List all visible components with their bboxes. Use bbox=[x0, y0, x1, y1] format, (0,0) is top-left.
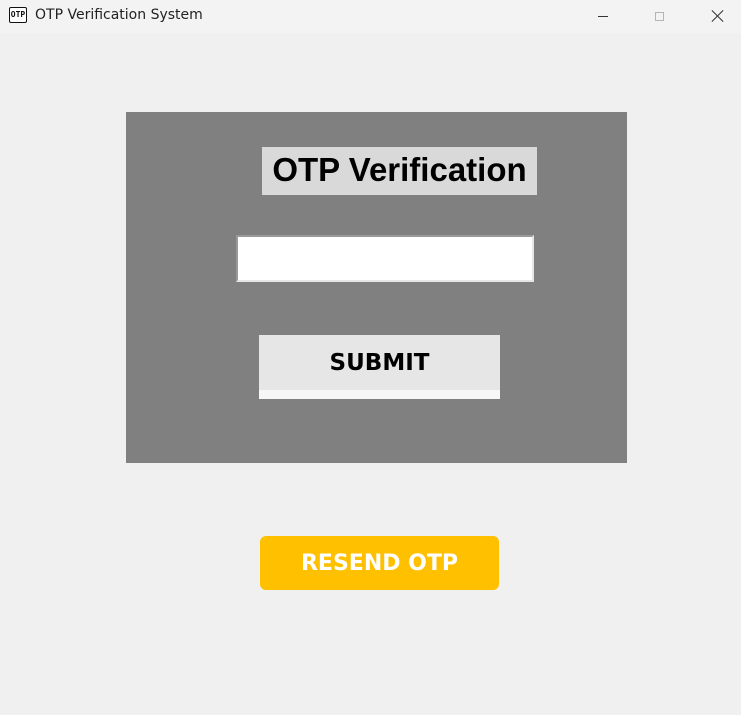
close-button[interactable] bbox=[695, 0, 741, 32]
minimize-icon bbox=[598, 15, 608, 17]
title-bar[interactable]: OTP OTP Verification System bbox=[0, 0, 741, 33]
otp-input[interactable] bbox=[236, 235, 534, 282]
submit-button[interactable]: SUBMIT bbox=[259, 335, 500, 399]
otp-heading: OTP Verification bbox=[262, 147, 537, 195]
otp-panel: OTP Verification SUBMIT bbox=[126, 112, 627, 463]
resend-otp-button[interactable]: RESEND OTP bbox=[260, 536, 499, 590]
otp-app-icon: OTP bbox=[9, 7, 27, 23]
maximize-icon bbox=[654, 11, 664, 21]
close-icon bbox=[711, 9, 725, 23]
maximize-button[interactable] bbox=[636, 0, 682, 32]
window-title: OTP Verification System bbox=[35, 7, 203, 23]
app-window: OTP OTP Verification System OTP Verifica… bbox=[0, 0, 741, 715]
minimize-button[interactable] bbox=[580, 0, 626, 32]
